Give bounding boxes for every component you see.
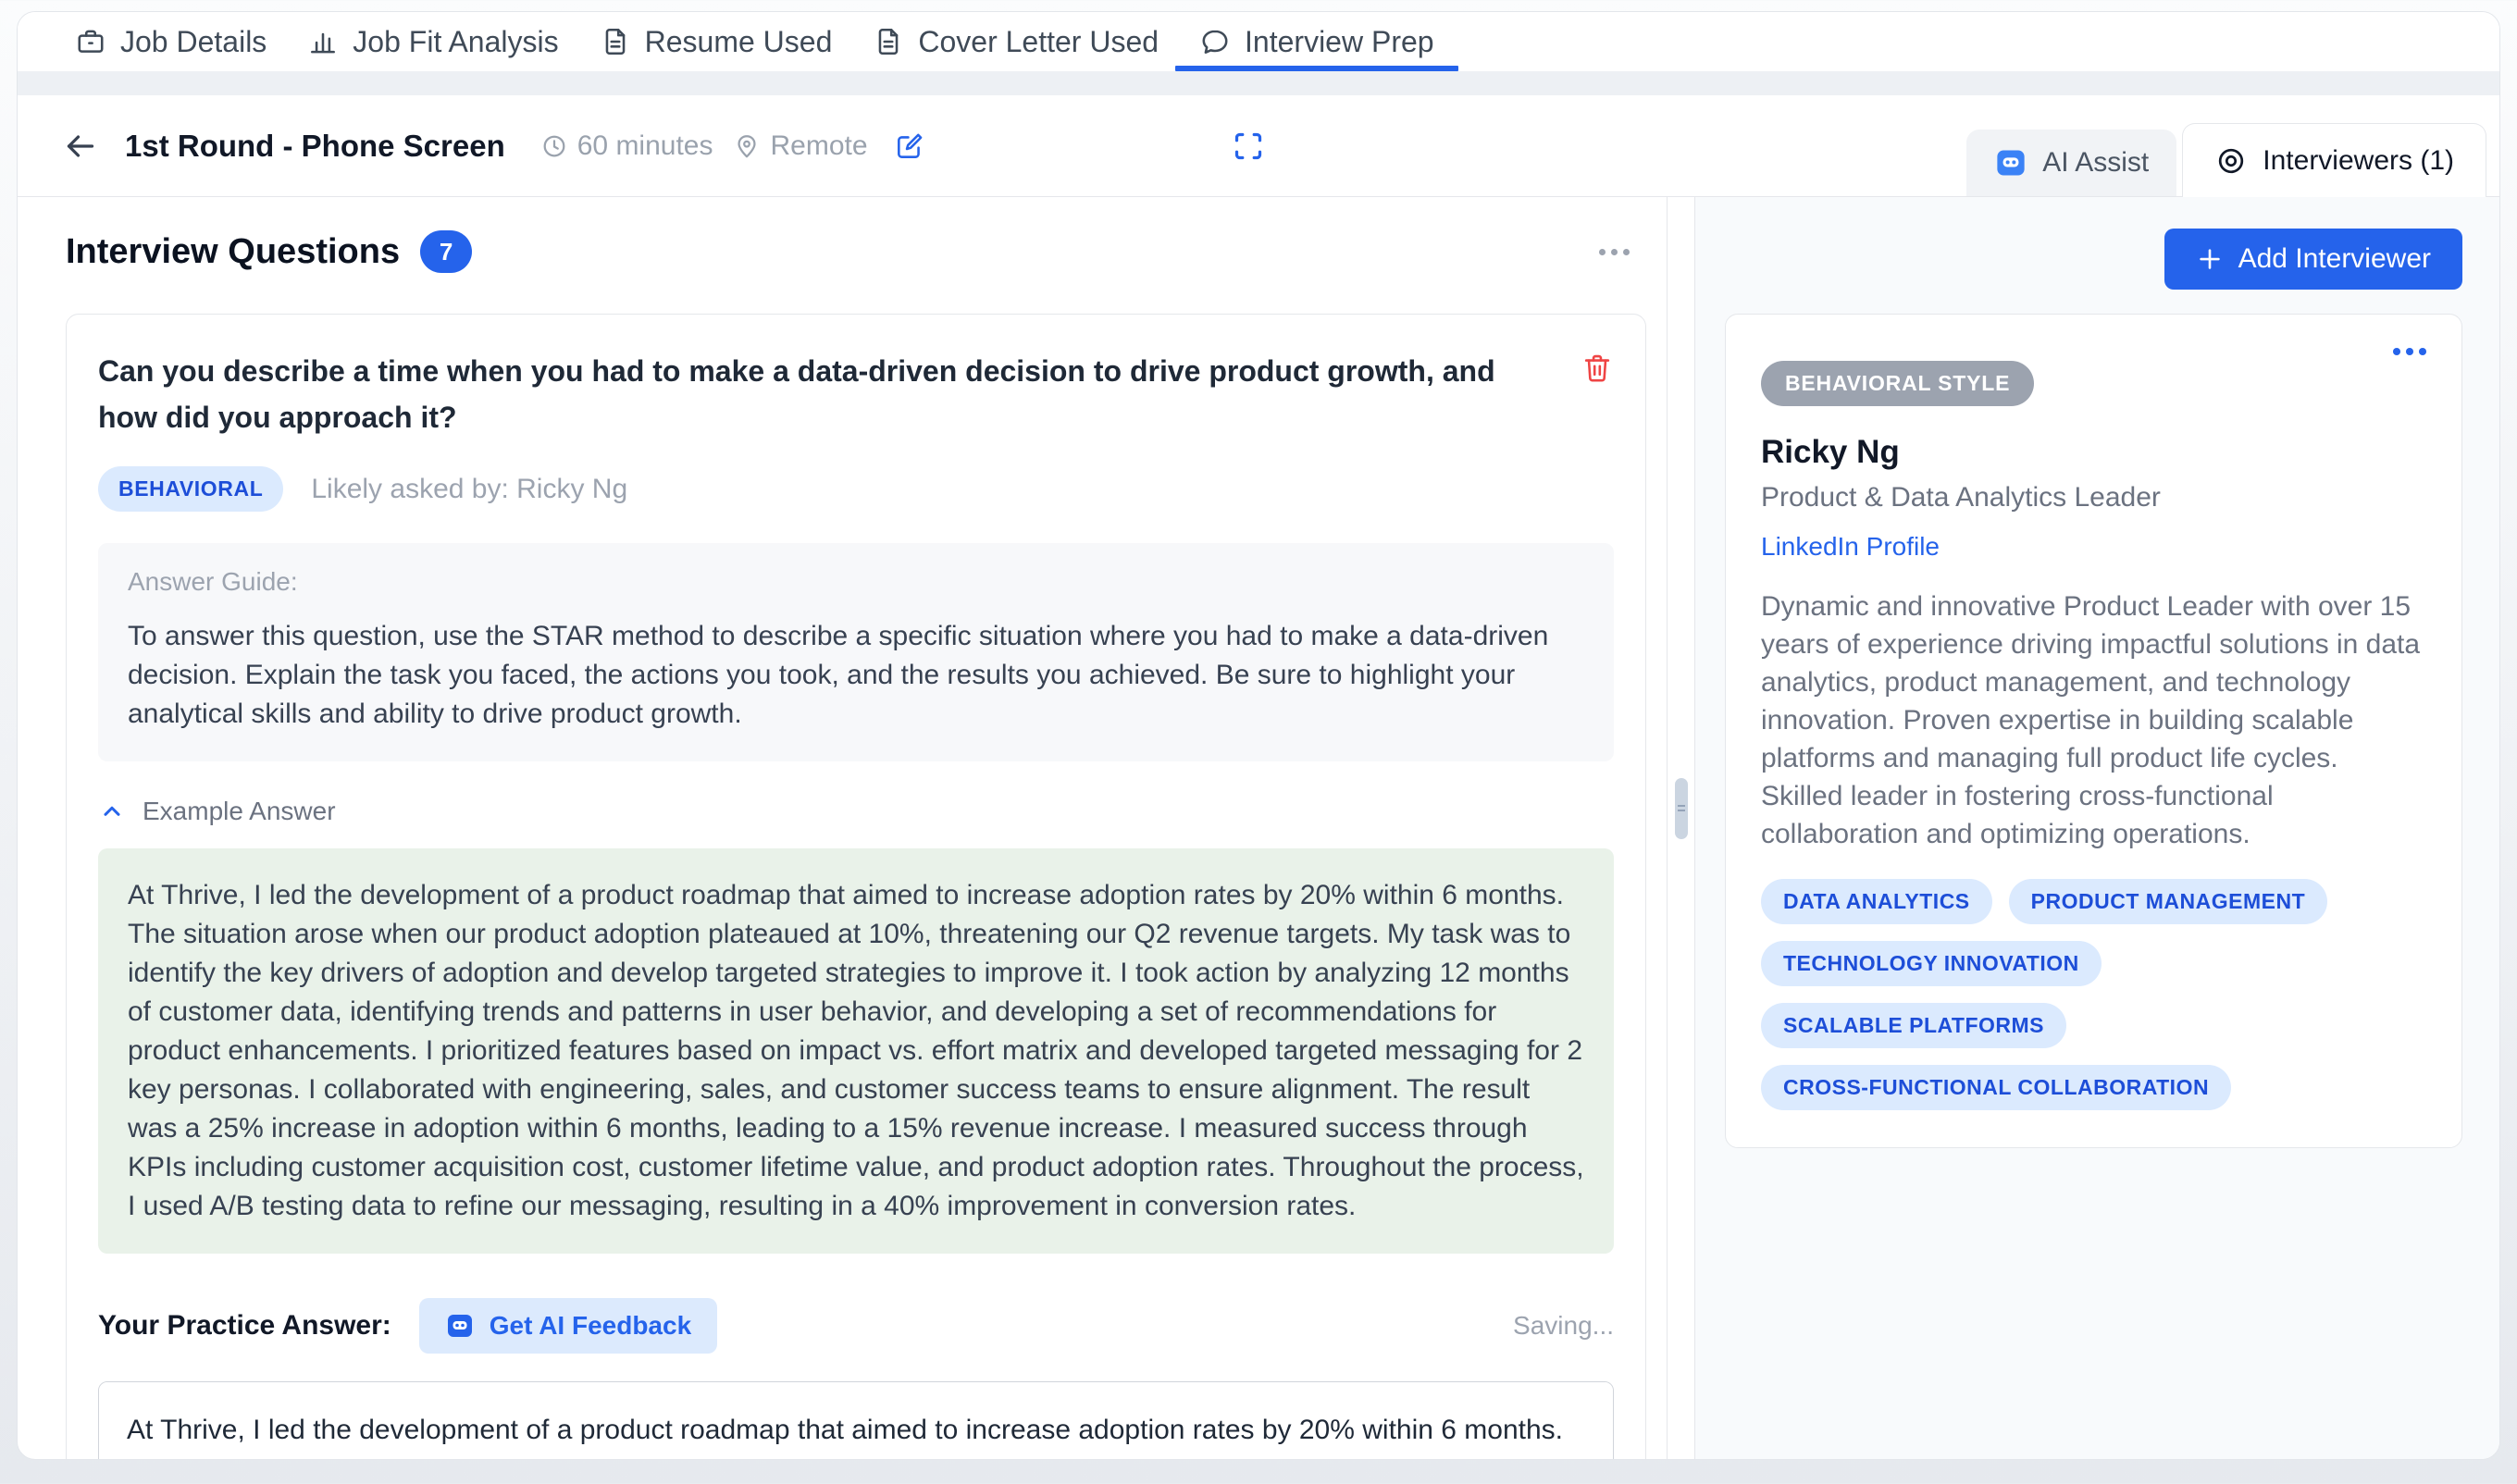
question-header: Can you describe a time when you had to … bbox=[98, 348, 1614, 440]
linkedin-profile-link[interactable]: LinkedIn Profile bbox=[1761, 532, 1940, 562]
questions-section-header: Interview Questions 7 bbox=[66, 230, 1646, 273]
right-panel-tabs: AI Assist Interviewers (1) bbox=[1966, 123, 2486, 196]
briefcase-icon bbox=[75, 26, 106, 57]
example-answer-label: Example Answer bbox=[143, 797, 336, 826]
questions-menu-button[interactable] bbox=[1599, 249, 1630, 255]
get-ai-feedback-button[interactable]: Get AI Feedback bbox=[419, 1298, 717, 1354]
trash-icon bbox=[1581, 352, 1614, 385]
interviewer-menu-button[interactable] bbox=[2393, 348, 2426, 355]
example-answer-toggle[interactable]: Example Answer bbox=[98, 797, 1614, 826]
tab-interviewers[interactable]: Interviewers (1) bbox=[2182, 123, 2486, 197]
answer-guide-text: To answer this question, use the STAR me… bbox=[128, 617, 1584, 734]
plus-icon bbox=[2196, 245, 2224, 273]
tab-label: Job Details bbox=[120, 25, 267, 59]
answer-guide-label: Answer Guide: bbox=[128, 567, 1584, 597]
chevron-up-icon bbox=[98, 798, 126, 825]
fullscreen-button[interactable] bbox=[1230, 128, 1267, 165]
clock-icon bbox=[540, 132, 568, 160]
fullscreen-icon bbox=[1230, 128, 1267, 165]
answer-guide-box: Answer Guide: To answer this question, u… bbox=[98, 543, 1614, 761]
file-text-icon bbox=[873, 26, 904, 57]
question-type-badge: BEHAVIORAL bbox=[98, 466, 283, 512]
top-tab-bar: Job Details Job Fit Analysis Resume Used… bbox=[18, 12, 2499, 71]
tab-label: Cover Letter Used bbox=[918, 25, 1159, 59]
question-card: Can you describe a time when you had to … bbox=[66, 314, 1646, 1460]
eye-icon bbox=[2214, 144, 2248, 178]
duration-text: 60 minutes bbox=[577, 130, 713, 162]
interviewer-style-badge: BEHAVIORAL STYLE bbox=[1761, 361, 2034, 406]
duration-meta: 60 minutes bbox=[540, 130, 713, 162]
chat-bubble-icon bbox=[1199, 26, 1231, 57]
tab-job-fit-analysis[interactable]: Job Fit Analysis bbox=[307, 12, 558, 71]
tab-label: Job Fit Analysis bbox=[353, 25, 558, 59]
location-meta: Remote bbox=[733, 130, 867, 162]
interviewer-tags: DATA ANALYTICS PRODUCT MANAGEMENT TECHNO… bbox=[1761, 879, 2372, 1110]
edit-pencil-icon bbox=[894, 130, 925, 162]
interviewer-name: Ricky Ng bbox=[1761, 434, 2426, 471]
pane-resize-handle[interactable] bbox=[1675, 778, 1688, 839]
content-area: Interview Questions 7 Can you describe a… bbox=[18, 197, 2499, 1459]
tab-ai-assist[interactable]: AI Assist bbox=[1966, 130, 2176, 196]
likely-asked-by: Likely asked by: Ricky Ng bbox=[311, 474, 627, 505]
pane-gutter bbox=[1667, 197, 1694, 1459]
tab-job-details[interactable]: Job Details bbox=[75, 12, 267, 71]
tab-label: Resume Used bbox=[645, 25, 833, 59]
skill-tag: DATA ANALYTICS bbox=[1761, 879, 1992, 924]
interviewer-card: BEHAVIORAL STYLE Ricky Ng Product & Data… bbox=[1725, 314, 2462, 1148]
tab-cover-letter-used[interactable]: Cover Letter Used bbox=[873, 12, 1159, 71]
question-count-badge: 7 bbox=[420, 230, 472, 273]
section-title: Interview Questions bbox=[66, 232, 400, 272]
tab-label: Interview Prep bbox=[1245, 25, 1434, 59]
add-interviewer-label: Add Interviewer bbox=[2238, 243, 2431, 275]
question-text: Can you describe a time when you had to … bbox=[98, 348, 1542, 440]
edit-session-button[interactable] bbox=[894, 130, 925, 162]
arrow-left-icon bbox=[62, 128, 99, 165]
practice-answer-input[interactable]: At Thrive, I led the development of a pr… bbox=[98, 1381, 1614, 1460]
tab-label: AI Assist bbox=[2042, 147, 2149, 179]
skill-tag: PRODUCT MANAGEMENT bbox=[2009, 879, 2328, 924]
bar-chart-icon bbox=[307, 26, 339, 57]
add-interviewer-row: Add Interviewer bbox=[1725, 229, 2462, 290]
delete-question-button[interactable] bbox=[1581, 348, 1614, 385]
tab-label: Interviewers (1) bbox=[2263, 145, 2454, 177]
interviewer-card-top: BEHAVIORAL STYLE bbox=[1761, 348, 2426, 406]
interviewer-bio: Dynamic and innovative Product Leader wi… bbox=[1761, 587, 2426, 853]
interviewers-sidebar: Add Interviewer BEHAVIORAL STYLE Ricky N… bbox=[1694, 197, 2499, 1459]
feedback-button-label: Get AI Feedback bbox=[490, 1311, 691, 1341]
question-meta: BEHAVIORAL Likely asked by: Ricky Ng bbox=[98, 466, 1614, 512]
example-answer-text: At Thrive, I led the development of a pr… bbox=[128, 876, 1584, 1226]
back-button[interactable] bbox=[60, 126, 101, 167]
location-text: Remote bbox=[770, 130, 867, 162]
file-text-icon bbox=[600, 26, 631, 57]
main-pane: Interview Questions 7 Can you describe a… bbox=[18, 197, 1667, 1459]
practice-answer-label: Your Practice Answer: bbox=[98, 1310, 391, 1342]
session-title: 1st Round - Phone Screen bbox=[125, 129, 505, 164]
map-pin-icon bbox=[733, 132, 761, 160]
session-header: 1st Round - Phone Screen 60 minutes Remo… bbox=[18, 95, 2499, 197]
robot-icon bbox=[445, 1311, 475, 1341]
saving-status: Saving... bbox=[1513, 1311, 1614, 1341]
interviewer-title: Product & Data Analytics Leader bbox=[1761, 482, 2426, 513]
example-answer-box: At Thrive, I led the development of a pr… bbox=[98, 848, 1614, 1254]
tab-interview-prep[interactable]: Interview Prep bbox=[1199, 12, 1434, 71]
robot-icon bbox=[1994, 146, 2027, 179]
app-window: Job Details Job Fit Analysis Resume Used… bbox=[17, 11, 2500, 1460]
skill-tag: CROSS-FUNCTIONAL COLLABORATION bbox=[1761, 1065, 2231, 1110]
add-interviewer-button[interactable]: Add Interviewer bbox=[2164, 229, 2462, 290]
practice-answer-header: Your Practice Answer: Get AI Feedback Sa… bbox=[98, 1298, 1614, 1354]
tab-resume-used[interactable]: Resume Used bbox=[600, 12, 833, 71]
skill-tag: TECHNOLOGY INNOVATION bbox=[1761, 941, 2102, 986]
skill-tag: SCALABLE PLATFORMS bbox=[1761, 1003, 2066, 1048]
separator-band bbox=[18, 71, 2499, 95]
